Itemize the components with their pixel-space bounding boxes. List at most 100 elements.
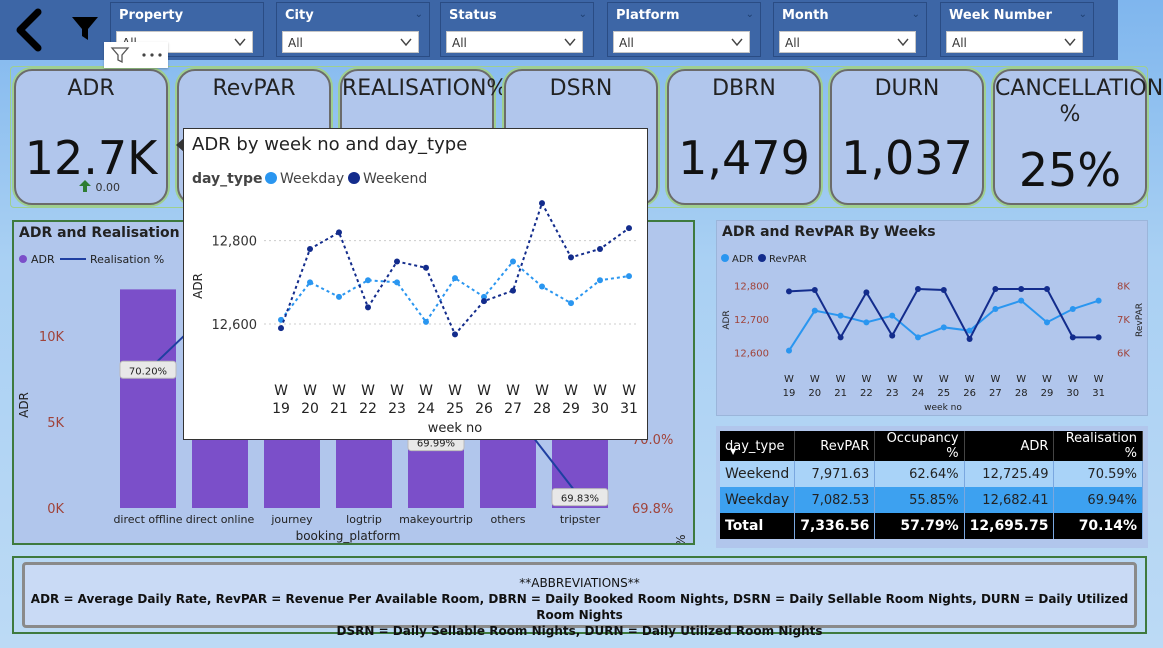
revpar-point[interactable] [863,289,870,296]
clear-selection-icon[interactable]: ⌄ [415,9,423,20]
clear-selection-icon[interactable]: ⌄ [912,9,920,20]
filter-funnel-icon[interactable] [70,14,100,44]
column-header-realisation[interactable]: Realisation % [1053,431,1143,461]
kpi-card-cancellation[interactable]: CANCELLATION % 25% [993,69,1163,205]
revpar-point[interactable] [889,332,896,339]
weekday-point [568,300,574,307]
slicer-city-value: All [288,36,303,50]
kpi-value: 25% [1018,143,1122,197]
revpar-point[interactable] [1069,334,1076,341]
slicer-status-value: All [452,36,467,50]
x-tick-label: others [490,513,525,526]
table-row[interactable]: Weekend 7,971.63 62.64% 12,725.49 70.59% [720,461,1143,487]
slicer-city-dropdown[interactable]: All [282,31,419,53]
table-cell: 7,971.63 [794,461,876,487]
slicer-platform-dropdown[interactable]: All [613,31,750,53]
weekday-line [280,260,630,324]
y-tick-label: 0K [47,502,64,517]
adr-point[interactable] [1069,306,1076,312]
weekend-point [278,325,284,332]
revpar-point[interactable] [786,288,792,295]
clear-selection-icon[interactable]: ⌄ [579,9,587,20]
clear-selection-icon[interactable]: ⌄ [746,9,754,20]
x-tick-label: W 19 [272,383,290,417]
visual-header [104,42,168,68]
slicer-status-dropdown[interactable]: All [446,31,583,53]
revpar-point[interactable] [940,287,947,293]
slicer-month-dropdown[interactable]: All [779,31,916,53]
weekday-point [597,277,603,284]
adr-point[interactable] [811,307,818,314]
data-label: 69.99% [417,439,455,450]
adr-point[interactable] [915,334,921,341]
x-tick-label: journey [270,513,313,526]
table-cell: Total [720,513,796,539]
weekend-point [510,287,516,294]
revpar-point[interactable] [1095,334,1102,341]
y-tick-label: 12,800 [734,282,769,293]
y2-axis-label: RevPAR [1135,303,1145,337]
x-tick-label: W 25 [937,374,950,399]
slicer-week-number: Week Number ⌄ All [940,2,1094,57]
column-header-day-type[interactable]: day_type ▼ [720,431,796,461]
adr-point[interactable] [1018,297,1025,304]
y-tick-label: 10K [39,330,65,345]
x-tick-label: W 24 [417,383,435,417]
adr-revpar-weeks-chart[interactable]: ADR and RevPAR By Weeks ADR RevPAR ADR R… [716,220,1148,416]
slicer-week-number-dropdown[interactable]: All [946,31,1083,53]
kpi-card-dbrn[interactable]: DBRN 1,479 [667,69,821,205]
x-axis-label: booking_platform [296,529,401,543]
kpi-card-durn[interactable]: DURN 1,037 [830,69,984,205]
x-tick-label: W 27 [989,374,1002,399]
x-tick-label: logtrip [346,513,382,526]
table-cell: 57.79% [874,513,965,539]
table-cell: 69.94% [1053,487,1143,513]
legend-adr-marker [19,255,27,263]
column-header-occupancy[interactable]: Occupancy % [874,431,965,461]
column-header-revpar[interactable]: RevPAR [794,431,876,461]
bar-direct-offline[interactable] [120,289,176,508]
kpi-card-adr[interactable]: ADR 12.7K 0.00 [14,69,168,205]
chart-legend: ADR Realisation % [19,253,164,266]
abbreviations-line-2: DSRN = Daily Sellable Room Nights, DURN … [336,624,823,638]
adr-point[interactable] [1095,297,1102,304]
revpar-point[interactable] [837,334,844,341]
x-axis-label: week no [428,421,483,436]
adr-point[interactable] [992,306,999,312]
chevron-down-icon [234,38,246,47]
kpi-value: 12.7K [24,131,158,185]
back-arrow-icon[interactable] [10,8,46,52]
adr-point[interactable] [863,319,870,326]
weekend-point [626,225,632,232]
revpar-point[interactable] [966,336,973,342]
revpar-point[interactable] [1044,286,1050,292]
adr-revpar-plot: ADR RevPAR ADR RevPAR week no 12,600 12,7… [721,254,1145,413]
adr-point[interactable] [786,347,792,354]
table-cell: 12,725.49 [964,461,1055,487]
clear-selection-icon[interactable]: ⌄ [1079,9,1087,20]
adr-point[interactable] [837,312,844,319]
column-header-adr[interactable]: ADR [964,431,1055,461]
daytype-table-panel: day_type ▼ RevPAR Occupancy % ADR Realis… [716,426,1148,548]
filter-icon[interactable] [110,45,130,65]
revpar-point[interactable] [992,286,999,292]
y-axis-label: ADR [722,310,732,329]
legend-revpar-marker [758,254,766,262]
revpar-point[interactable] [811,287,818,293]
revpar-point[interactable] [915,286,921,292]
chevron-down-icon [400,38,412,47]
more-options-icon[interactable] [141,51,163,59]
arrow-up-icon [79,180,91,192]
adr-point[interactable] [889,312,896,319]
kpi-title: CANCELLATION % [995,76,1163,127]
table-row[interactable]: Weekday 7,082.53 55.85% 12,682.41 69.94% [720,487,1143,513]
slicer-property-label: Property [119,8,184,23]
weekday-point [307,279,313,286]
revpar-point[interactable] [1018,286,1025,292]
x-tick-label: W 24 [912,374,925,399]
x-tick-label: W 28 [533,383,551,417]
abbreviations-box: **ABBREVIATIONS** ADR = Average Daily Ra… [22,562,1137,638]
adr-point[interactable] [940,324,947,331]
adr-point[interactable] [1044,319,1050,326]
weekend-point [336,229,342,236]
